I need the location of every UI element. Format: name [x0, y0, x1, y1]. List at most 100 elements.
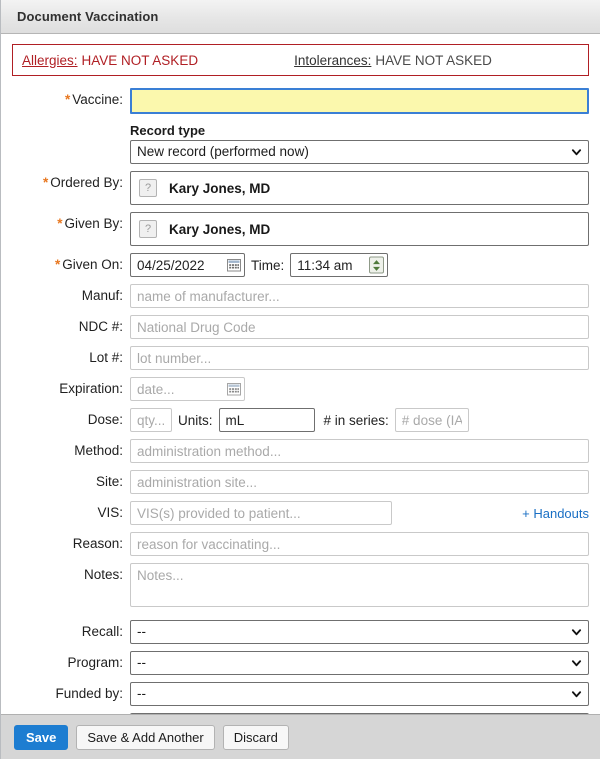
source-field-wrap: -- [130, 713, 589, 714]
given-on-label-text: Given On: [62, 257, 123, 272]
ordered-by-picker[interactable]: ? Kary Jones, MD [130, 171, 589, 205]
given-by-picker[interactable]: ? Kary Jones, MD [130, 212, 589, 246]
intolerances-link[interactable]: Intolerances: [294, 53, 371, 68]
required-marker: * [54, 257, 61, 272]
recall-select-wrap[interactable]: -- [130, 620, 589, 644]
ndc-field-wrap [130, 315, 589, 339]
row-record-type: Record type New record (performed now) [12, 121, 589, 164]
funded-by-label: Funded by: [55, 686, 123, 701]
allergy-intolerance-banner: Allergies: HAVE NOT ASKED Intolerances: … [12, 44, 589, 76]
program-field-wrap: -- [130, 651, 589, 675]
discard-button[interactable]: Discard [222, 724, 289, 750]
row-lot: Lot #: [12, 346, 589, 370]
required-marker: * [42, 175, 49, 190]
dose-series-input[interactable] [394, 408, 469, 432]
record-type-select-wrap[interactable]: New record (performed now) [130, 140, 589, 164]
add-handouts-link[interactable]: + Handouts [522, 506, 589, 521]
recall-field-wrap: -- [130, 620, 589, 644]
reason-input[interactable] [130, 532, 589, 556]
ordered-by-field-wrap: ? Kary Jones, MD [130, 171, 589, 205]
lot-label: Lot #: [89, 350, 123, 365]
window-title: Document Vaccination [17, 9, 159, 24]
row-notes: Notes: [12, 563, 589, 610]
vaccine-input[interactable] [130, 88, 589, 114]
given-by-field-wrap: ? Kary Jones, MD [130, 212, 589, 246]
program-label: Program: [67, 655, 123, 670]
vis-label: VIS: [97, 505, 123, 520]
record-type-label: Record type [130, 123, 206, 138]
required-marker: * [64, 92, 71, 107]
given-on-field-wrap: Time: [130, 253, 589, 277]
row-vis: VIS: + Handouts [12, 501, 589, 525]
program-select-wrap[interactable]: -- [130, 651, 589, 675]
row-vaccine: * Vaccine: [12, 88, 589, 114]
required-marker: * [57, 216, 63, 231]
ndc-input[interactable] [130, 315, 589, 339]
row-manuf: Manuf: [12, 284, 589, 308]
program-select[interactable]: -- [130, 651, 589, 675]
site-input[interactable] [130, 470, 589, 494]
method-label: Method: [74, 443, 123, 458]
series-label: # in series: [323, 412, 389, 428]
ordered-by-label: * Ordered By: [12, 171, 130, 195]
funded-by-select-wrap[interactable]: -- [130, 682, 589, 706]
source-select[interactable]: -- [130, 713, 589, 714]
notes-textarea[interactable] [130, 563, 589, 607]
recall-select[interactable]: -- [130, 620, 589, 644]
notes-label: Notes: [83, 567, 123, 582]
calendar-icon[interactable] [227, 382, 241, 396]
row-program: Program: -- [12, 651, 589, 675]
allergies-link[interactable]: Allergies: [22, 53, 78, 68]
vis-input[interactable] [130, 501, 392, 525]
given-by-value: Kary Jones, MD [169, 221, 271, 237]
vaccine-label: * Vaccine: [12, 88, 130, 112]
document-vaccination-window: Document Vaccination Allergies: HAVE NOT… [0, 0, 600, 759]
time-stepper-icon[interactable] [369, 256, 385, 274]
record-type-select[interactable]: New record (performed now) [130, 140, 589, 164]
row-ordered-by: * Ordered By: ? Kary Jones, MD [12, 171, 589, 205]
record-type-field-wrap: Record type New record (performed now) [130, 121, 589, 164]
row-funded-by: Funded by: -- [12, 682, 589, 706]
intolerances-segment: Intolerances: HAVE NOT ASKED [198, 53, 492, 68]
reason-label: Reason: [72, 536, 123, 551]
lot-input[interactable] [130, 346, 589, 370]
row-expiration: Expiration: [12, 377, 589, 401]
row-method: Method: [12, 439, 589, 463]
save-add-another-button[interactable]: Save & Add Another [76, 724, 215, 750]
allergies-segment: Allergies: HAVE NOT ASKED [13, 53, 198, 68]
vaccine-label-text: Vaccine: [72, 92, 123, 107]
avatar-placeholder-icon: ? [139, 179, 157, 197]
ordered-by-value: Kary Jones, MD [169, 180, 271, 196]
given-by-label: * Given By: [12, 212, 130, 236]
form-scroll-area: Allergies: HAVE NOT ASKED Intolerances: … [1, 34, 600, 714]
intolerances-status: HAVE NOT ASKED [375, 52, 492, 68]
dialog-footer: Save Save & Add Another Discard [1, 714, 600, 759]
row-recall: Recall: -- [12, 620, 589, 644]
manuf-field-wrap [130, 284, 589, 308]
site-field-wrap [130, 470, 589, 494]
dose-qty-input[interactable] [130, 408, 172, 432]
row-ndc: NDC #: [12, 315, 589, 339]
allergies-status: HAVE NOT ASKED [81, 52, 199, 68]
vis-field-wrap: + Handouts [130, 501, 589, 525]
method-field-wrap [130, 439, 589, 463]
manuf-input[interactable] [130, 284, 589, 308]
funded-by-select[interactable]: -- [130, 682, 589, 706]
site-label: Site: [95, 474, 123, 489]
window-titlebar: Document Vaccination [1, 0, 600, 34]
method-input[interactable] [130, 439, 589, 463]
vaccine-field-wrap [130, 88, 589, 114]
lot-field-wrap [130, 346, 589, 370]
ndc-label: NDC #: [78, 319, 123, 334]
expiration-label: Expiration: [59, 381, 123, 396]
row-source: Source: -- [12, 713, 589, 714]
notes-field-wrap [130, 563, 589, 610]
funded-by-field-wrap: -- [130, 682, 589, 706]
save-button[interactable]: Save [14, 724, 69, 750]
source-label: Source: [12, 713, 130, 714]
calendar-icon[interactable] [227, 258, 241, 272]
row-reason: Reason: [12, 532, 589, 556]
dose-units-input[interactable] [218, 408, 315, 432]
source-select-wrap[interactable]: -- [130, 713, 589, 714]
units-label: Units: [178, 412, 213, 428]
